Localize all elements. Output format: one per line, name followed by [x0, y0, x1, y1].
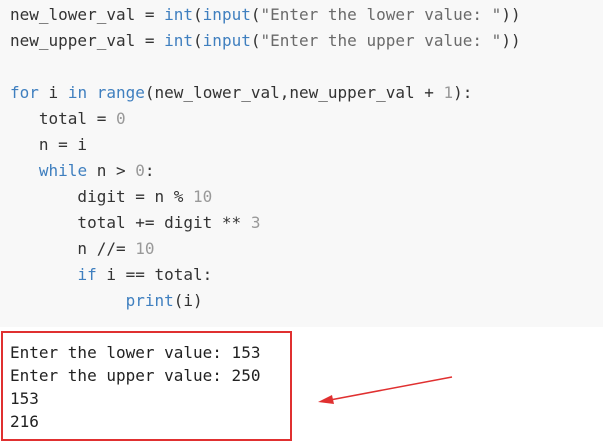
arrow-line — [329, 376, 453, 401]
arrow-head-icon — [318, 395, 334, 404]
arrow-annotation — [318, 376, 453, 404]
